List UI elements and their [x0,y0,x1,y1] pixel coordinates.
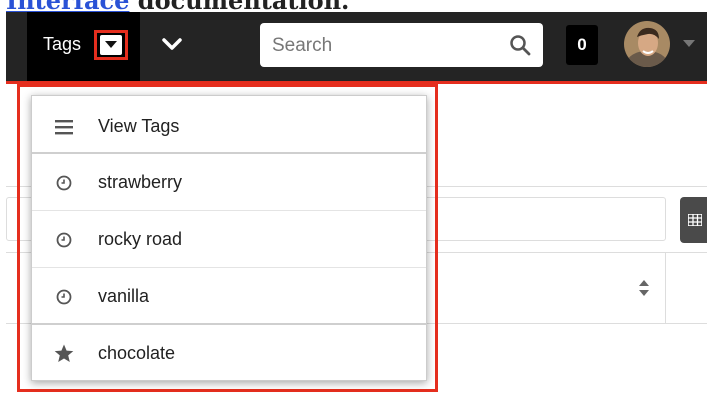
search-box [260,23,543,69]
notification-badge[interactable]: 0 [566,25,598,65]
menu-item-label: chocolate [98,343,176,363]
chevron-down-icon[interactable] [161,33,183,55]
tags-tab-label[interactable]: Tags [43,34,81,55]
menu-item-label: View Tags [98,116,180,136]
tags-dropdown-menu: View Tags strawberry rocky road vanilla … [31,95,427,381]
star-icon [54,344,74,364]
search-icon[interactable] [509,34,531,56]
clock-icon [54,173,74,193]
menu-item-view-tags[interactable]: View Tags [32,98,426,155]
menu-item-favorite-tag[interactable]: chocolate [32,325,426,382]
grid-view-button[interactable] [680,197,707,243]
caret-down-icon[interactable] [100,35,122,55]
clock-icon [54,287,74,307]
list-icon [54,117,74,137]
menu-item-recent-tag[interactable]: strawberry [32,154,426,211]
menu-item-label: strawberry [98,172,183,192]
search-input[interactable] [270,23,504,69]
clock-icon [54,230,74,250]
grid-icon [688,214,702,226]
menu-item-label: vanilla [98,286,150,306]
avatar[interactable] [624,21,670,67]
table-column-divider [665,252,666,324]
tags-dropdown-toggle[interactable] [94,30,128,60]
user-menu-caret-icon[interactable] [683,40,695,47]
sort-icon[interactable] [638,279,650,297]
menu-item-recent-tag[interactable]: rocky road [32,211,426,268]
menu-item-label: rocky road [98,229,183,249]
menu-item-recent-tag[interactable]: vanilla [32,268,426,325]
